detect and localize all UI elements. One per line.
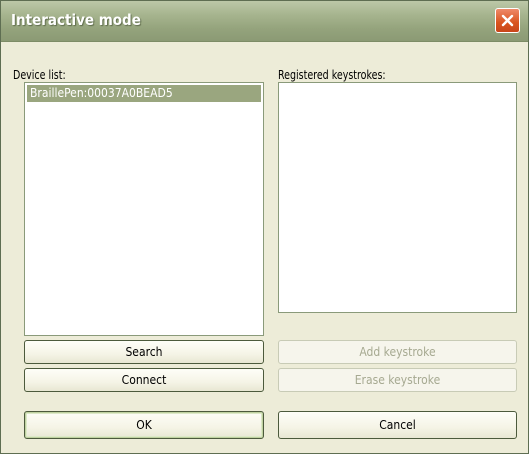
- erase-keystroke-button[interactable]: Erase keystroke: [278, 368, 517, 392]
- connect-button[interactable]: Connect: [24, 368, 264, 392]
- search-button[interactable]: Search: [24, 340, 264, 364]
- close-button[interactable]: [495, 8, 520, 33]
- device-list-label: Device list:: [13, 68, 66, 82]
- window-title: Interactive mode: [11, 11, 141, 29]
- interactive-mode-dialog: Interactive mode Device list: BraillePen…: [0, 0, 529, 454]
- device-list[interactable]: BraillePen:00037A0BEAD5: [24, 82, 264, 336]
- close-icon: [501, 14, 514, 27]
- ok-button[interactable]: OK: [24, 411, 264, 439]
- registered-keystrokes-list[interactable]: [278, 82, 517, 313]
- device-list-item[interactable]: BraillePen:00037A0BEAD5: [27, 85, 261, 102]
- title-bar[interactable]: Interactive mode: [1, 1, 528, 42]
- add-keystroke-button[interactable]: Add keystroke: [278, 340, 517, 364]
- registered-keystrokes-label: Registered keystrokes:: [278, 68, 386, 82]
- cancel-button[interactable]: Cancel: [278, 411, 517, 439]
